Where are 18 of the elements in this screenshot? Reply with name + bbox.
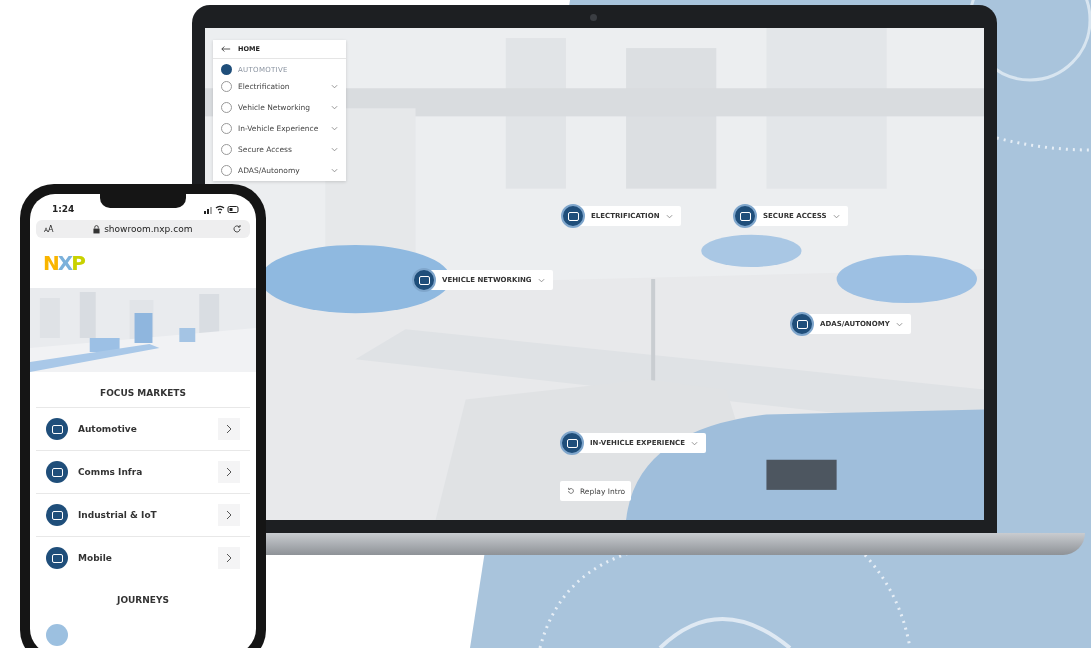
- lock-icon: [93, 224, 101, 234]
- status-time: 1:24: [52, 204, 75, 214]
- market-list-item[interactable]: Industrial & IoT: [36, 493, 250, 536]
- market-list-item[interactable]: Automotive: [36, 407, 250, 450]
- category-icon: [46, 504, 68, 526]
- category-icon: [46, 547, 68, 569]
- text-size-button[interactable]: AA: [44, 224, 54, 234]
- url-text: showroom.nxp.com: [104, 224, 193, 234]
- section-heading: FOCUS MARKETS: [99, 387, 187, 400]
- camera-icon: [590, 14, 597, 21]
- category-icon: [46, 624, 68, 646]
- market-list-item[interactable]: Comms Infra: [36, 450, 250, 493]
- address-bar[interactable]: AA showroom.nxp.com: [36, 220, 250, 238]
- logo: NXP: [43, 251, 84, 275]
- category-icon: [46, 418, 68, 440]
- market-list-item[interactable]: Mobile: [36, 536, 250, 579]
- section-heading: JOURNEYS: [115, 594, 170, 607]
- category-icon: [46, 461, 68, 483]
